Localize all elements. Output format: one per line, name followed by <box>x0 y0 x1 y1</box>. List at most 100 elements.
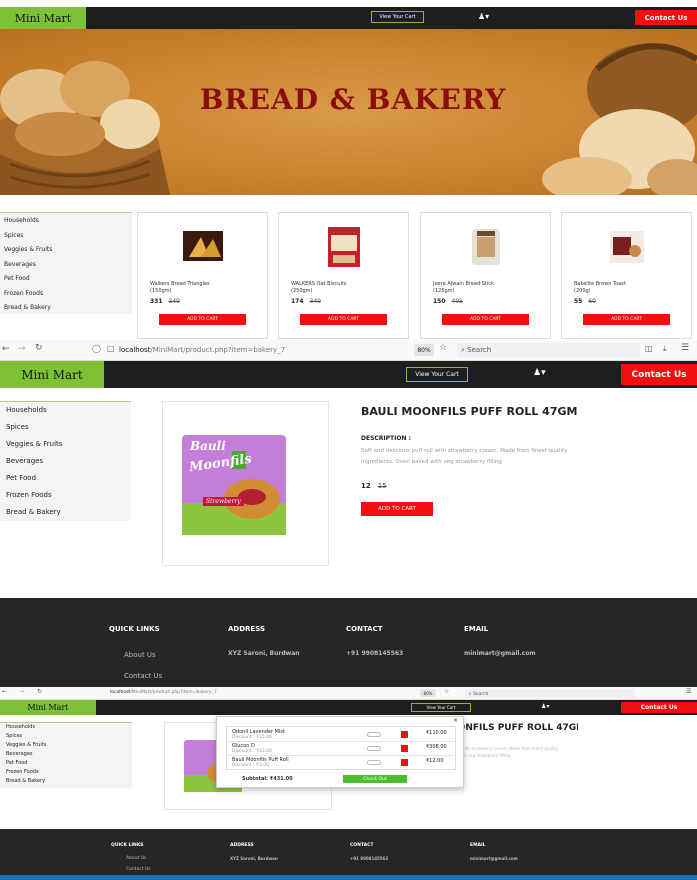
contact-us-button[interactable]: Contact Us <box>621 702 697 713</box>
remove-item-button[interactable] <box>401 759 408 766</box>
reload-icon[interactable]: ↻ <box>37 688 42 695</box>
address-bar[interactable]: localhost/MiniMart/product.php?item=bake… <box>119 346 285 354</box>
back-icon[interactable]: ← <box>2 344 10 354</box>
site-logo[interactable]: Mini Mart <box>0 7 86 29</box>
quantity-stepper[interactable] <box>367 760 381 765</box>
address-bar[interactable]: localhost/MiniMart/product.php?item=bake… <box>110 690 217 695</box>
category-veggies-fruits[interactable]: Veggies & Fruits <box>4 246 52 253</box>
category-sidebar: Households Spices Veggies & Fruits Bever… <box>0 401 131 521</box>
category-frozen-foods[interactable]: Frozen Foods <box>4 290 43 297</box>
category-beverages[interactable]: Beverages <box>6 751 33 757</box>
description-label: DESCRIPTION : <box>361 435 411 442</box>
menu-icon[interactable]: ☰ <box>686 688 691 695</box>
user-menu-icon[interactable]: ♟▾ <box>533 368 546 378</box>
back-icon[interactable]: ← <box>2 688 7 695</box>
browser-search-field[interactable]: ⌕ Search <box>465 689 635 698</box>
product-price: 55 60 <box>574 298 596 305</box>
category-veggies-fruits[interactable]: Veggies & Fruits <box>6 440 62 448</box>
add-to-cart-button[interactable]: ADD TO CART <box>159 314 246 325</box>
reload-icon[interactable]: ↻ <box>35 343 43 353</box>
product-size: (125gm) <box>433 288 455 294</box>
category-households[interactable]: Households <box>6 406 47 414</box>
contact-us-button[interactable]: Contact Us <box>635 10 697 25</box>
add-to-cart-button[interactable]: ADD TO CART <box>583 314 670 325</box>
footer-address: XYZ Saroni, Burdwan <box>230 856 278 861</box>
checkout-button[interactable]: Check Out <box>343 775 407 783</box>
category-bread-bakery[interactable]: Bread & Bakery <box>6 508 61 516</box>
category-households[interactable]: Households <box>4 217 39 224</box>
cart-item-price: ₹308.00 <box>426 744 447 750</box>
cart-item-discount: Discount : ₹43.00 <box>232 749 272 754</box>
product-image <box>182 231 223 261</box>
site-logo[interactable]: Mini Mart <box>0 361 104 388</box>
browser-toolbar: ← → ↻ localhost/MiniMart/product.php?ite… <box>0 687 697 700</box>
product-name: Walkers Bread Triangles <box>150 281 210 287</box>
footer-phone: +91 9908145563 <box>350 856 389 861</box>
category-bread-bakery[interactable]: Bread & Bakery <box>4 304 51 311</box>
view-cart-button[interactable]: View Your Cart <box>371 11 424 23</box>
contact-heading: CONTACT <box>346 625 383 633</box>
remove-item-button[interactable] <box>401 745 408 752</box>
forward-icon[interactable]: → <box>18 344 26 354</box>
view-cart-button[interactable]: View Your Cart <box>406 367 468 382</box>
add-to-cart-button[interactable]: ADD TO CART <box>300 314 387 325</box>
quantity-stepper[interactable] <box>367 732 381 737</box>
zoom-level[interactable]: 80% <box>414 344 434 356</box>
zoom-level[interactable]: 80% <box>420 689 436 697</box>
user-menu-icon[interactable]: ♟▾ <box>478 12 489 21</box>
product-size: (150gm) <box>150 288 172 294</box>
category-spices[interactable]: Spices <box>6 733 22 739</box>
contact-us-button[interactable]: Contact Us <box>621 364 697 385</box>
category-pet-food[interactable]: Pet Food <box>6 474 36 482</box>
product-title: BAULI MOONFILS PUFF ROLL 47GM <box>361 405 578 418</box>
email-heading: EMAIL <box>470 843 486 848</box>
category-veggies-fruits[interactable]: Veggies & Fruits <box>6 742 46 748</box>
category-spices[interactable]: Spices <box>6 423 29 431</box>
cart-item-price: ₹110.00 <box>426 730 447 736</box>
category-pet-food[interactable]: Pet Food <box>6 760 27 766</box>
menu-icon[interactable]: ☰ <box>681 343 689 353</box>
download-icon[interactable]: ⤓ <box>663 344 667 354</box>
site-footer: QUICK LINKS About Us Contact Us ADDRESS … <box>0 598 697 687</box>
product-name: Bakelite Brown Toast <box>574 281 626 287</box>
cart-close-icon[interactable]: × <box>453 717 458 724</box>
quick-links-heading: QUICK LINKS <box>111 843 144 848</box>
product-image-frame: Bauli Moonfils Strawberry <box>162 401 329 566</box>
product-image <box>471 229 500 265</box>
user-menu-icon[interactable]: ♟▾ <box>541 703 549 710</box>
add-to-cart-button[interactable]: ADD TO CART <box>442 314 529 325</box>
quantity-stepper[interactable] <box>367 746 381 751</box>
browser-search-field[interactable]: ⌕ Search <box>457 343 640 357</box>
forward-icon[interactable]: → <box>19 688 24 695</box>
category-spices[interactable]: Spices <box>4 232 23 239</box>
browser-toolbar: ← → ↻ ◯ □ localhost/MiniMart/product.php… <box>0 340 697 361</box>
pocket-icon[interactable]: ◫ <box>645 344 653 353</box>
footer-contact-link[interactable]: Contact Us <box>126 867 151 872</box>
product-price: 331 349 <box>150 298 180 305</box>
footer-about-link[interactable]: About Us <box>126 856 146 861</box>
product-price: 150 495 <box>433 298 463 305</box>
site-logo[interactable]: Mini Mart <box>0 700 96 715</box>
product-mrp: 349 <box>168 298 180 305</box>
category-beverages[interactable]: Beverages <box>6 457 43 465</box>
category-pet-food[interactable]: Pet Food <box>4 275 30 282</box>
basket-loaves-image <box>542 43 697 195</box>
category-frozen-foods[interactable]: Frozen Foods <box>6 491 52 499</box>
category-frozen-foods[interactable]: Frozen Foods <box>6 769 39 775</box>
category-households[interactable]: Households <box>6 724 35 730</box>
product-size: (200g) <box>574 288 591 294</box>
product-mrp: 495 <box>451 298 463 305</box>
cart-subtotal: Subtotal: ₹431.00 <box>242 776 293 782</box>
add-to-cart-button[interactable]: ADD TO CART <box>361 502 433 516</box>
product-mrp: 60 <box>588 298 596 305</box>
bookmark-star-icon[interactable]: ☆ <box>444 688 449 695</box>
cart-item-price: ₹12.00 <box>426 758 444 764</box>
product-card: Bakelite Brown Toast (200g) 55 60 ADD TO … <box>561 212 692 339</box>
footer-about-link[interactable]: About Us <box>124 651 156 659</box>
footer-contact-link[interactable]: Contact Us <box>124 672 162 680</box>
category-beverages[interactable]: Beverages <box>4 261 36 268</box>
bookmark-star-icon[interactable]: ☆ <box>439 343 447 353</box>
remove-item-button[interactable] <box>401 731 408 738</box>
view-cart-button[interactable]: View Your Cart <box>411 703 471 712</box>
category-bread-bakery[interactable]: Bread & Bakery <box>6 778 45 784</box>
